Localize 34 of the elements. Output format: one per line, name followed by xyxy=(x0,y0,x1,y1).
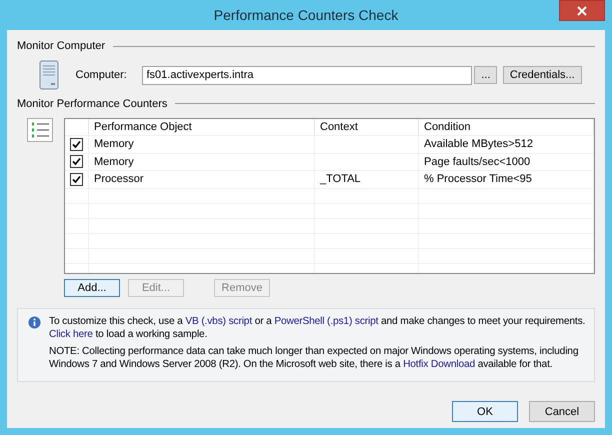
list-icon xyxy=(27,118,53,144)
link[interactable]: VB (.vbs) script xyxy=(185,316,252,327)
link[interactable]: PowerShell (.ps1) script xyxy=(274,316,378,327)
table-cell: Page faults/sec<1000 xyxy=(424,156,530,168)
link[interactable]: Click here xyxy=(49,329,93,340)
credentials-button[interactable]: Credentials... xyxy=(502,66,582,84)
computer-label: Computer: xyxy=(76,68,128,83)
table-cell: Memory xyxy=(94,138,134,150)
table-cell: Memory xyxy=(94,156,134,168)
checkbox[interactable] xyxy=(70,138,83,151)
table-cell: _TOTAL xyxy=(320,173,361,185)
cancel-button[interactable]: Cancel xyxy=(529,401,595,422)
link[interactable]: Hotfix Download xyxy=(403,359,476,370)
column-header: Context xyxy=(314,118,418,136)
table-cell: % Processor Time<95 xyxy=(424,173,532,185)
table-cell: Processor xyxy=(94,173,144,185)
column-header: Performance Object xyxy=(88,118,314,136)
info-text: To customize this check, use a VB (.vbs) script or a PowerShell (.ps1) script and make changes to meet your requirements. Click here to load a working sample. xyxy=(49,315,586,341)
table-cell: Available MBytes>512 xyxy=(424,138,533,150)
close-button[interactable] xyxy=(559,0,605,21)
group-heading: Monitor Computer xyxy=(17,39,106,54)
info-text: NOTE: Collecting performance data can take much longer than expected on major Windows operating systems, including Windows 7 and Windows Server 2008 (R2). On the Microsoft web site, there is a Hotfix Download available for that. xyxy=(49,345,580,371)
window-title: Performance Counters Check xyxy=(214,6,398,25)
close-icon xyxy=(577,6,587,16)
checkbox[interactable] xyxy=(70,172,83,186)
browse-button[interactable]: ... xyxy=(474,66,498,84)
add-button[interactable]: Add... xyxy=(64,279,120,297)
server-icon xyxy=(39,60,59,90)
info-icon xyxy=(28,316,41,329)
group-heading: Monitor Performance Counters xyxy=(17,96,168,112)
column-header: Condition xyxy=(418,118,594,136)
computer-field[interactable]: fs01.activexperts.intra xyxy=(142,66,472,84)
ok-button[interactable]: OK xyxy=(452,401,518,422)
checkbox[interactable] xyxy=(70,155,83,168)
